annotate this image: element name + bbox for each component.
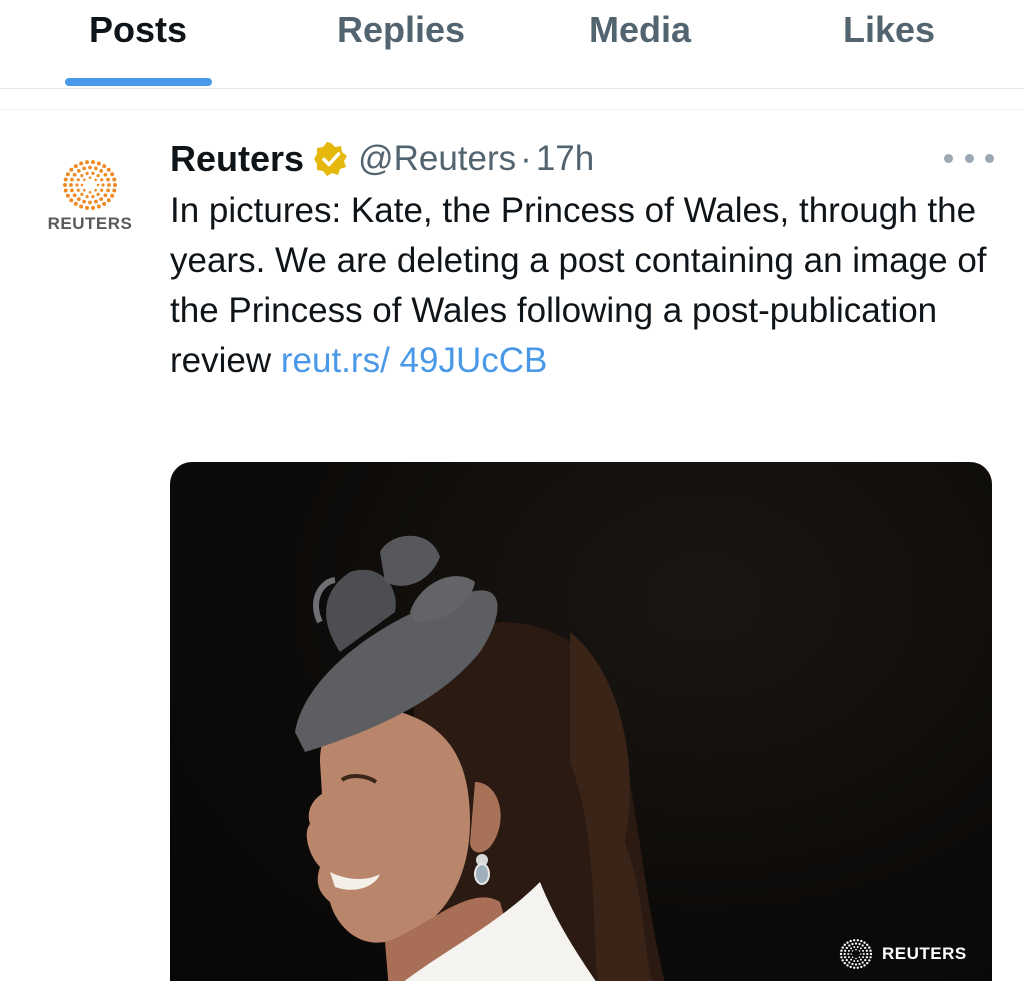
reuters-logo-icon xyxy=(63,160,117,210)
post-header: Reuters @Reuters · 17h xyxy=(170,136,594,182)
post-image[interactable]: REUTERS xyxy=(170,462,992,981)
separator-dot: · xyxy=(520,139,532,178)
active-tab-indicator xyxy=(65,78,212,86)
reuters-watermark-icon xyxy=(839,939,873,969)
avatar-label: REUTERS xyxy=(47,214,133,233)
post-link[interactable]: reut.rs/ 49JUcCB xyxy=(281,341,547,380)
watermark: REUTERS xyxy=(838,938,967,970)
author-handle[interactable]: @Reuters xyxy=(358,139,516,179)
profile-tabs: Posts Replies Media Likes xyxy=(0,0,1024,89)
tab-replies[interactable]: Replies xyxy=(337,8,465,52)
verified-badge-icon xyxy=(314,142,348,176)
profile-page: Posts Replies Media Likes REUTERS Reuter… xyxy=(0,0,1024,981)
tab-likes[interactable]: Likes xyxy=(843,8,935,52)
portrait-photo xyxy=(295,535,665,981)
watermark-text: REUTERS xyxy=(882,944,967,963)
avatar[interactable]: REUTERS xyxy=(40,150,140,245)
divider xyxy=(0,109,1024,110)
post-timestamp[interactable]: 17h xyxy=(536,139,594,179)
tab-media[interactable]: Media xyxy=(589,8,691,52)
post-text: In pictures: Kate, the Princess of Wales… xyxy=(170,186,990,386)
more-options-icon[interactable] xyxy=(944,140,994,176)
author-name[interactable]: Reuters xyxy=(170,138,304,180)
tab-posts[interactable]: Posts xyxy=(89,8,187,52)
